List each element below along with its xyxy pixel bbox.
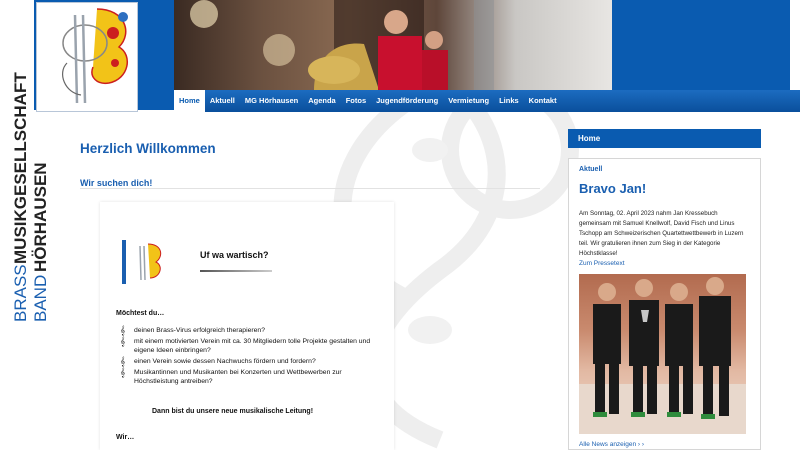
news-text: Am Sonntag, 02. April 2023 nahm Jan Kres…: [579, 210, 744, 257]
flyer-slogan: Uf wa wartisch?: [200, 250, 269, 260]
nav-item-agenda[interactable]: Agenda: [303, 90, 341, 112]
conductor-baton-icon: [200, 270, 272, 272]
news-headline[interactable]: Bravo Jan!: [579, 181, 646, 196]
all-news-link[interactable]: Alle News anzeigen › ›: [579, 441, 644, 448]
treble-clef-icon: 𝄞: [120, 356, 126, 366]
header-banner-photo: [174, 0, 612, 90]
press-release-link[interactable]: Zum Pressetext: [579, 260, 625, 267]
brand-line2b: HÖRHAUSEN: [31, 162, 50, 272]
site-header: Home Aktuell MG Hörhausen Agenda Fotos Jugend…: [34, 0, 800, 112]
nav-item-kontakt[interactable]: Kontakt: [524, 90, 562, 112]
flyer-question: mit einem motivierten Verein mit ca. 30 …: [134, 338, 371, 354]
flyer-question: Musikantinnen und Musikanten bei Konzert…: [134, 369, 342, 385]
treble-clef-icon: 𝄞: [120, 325, 126, 335]
nav-item-vermietung[interactable]: Vermietung: [443, 90, 494, 112]
sidebar-news-box: Aktuell Bravo Jan! Am Sonntag, 02. April…: [568, 158, 761, 450]
content-divider: [80, 188, 540, 189]
nav-item-mg-hörhausen[interactable]: MG Hörhausen: [240, 90, 303, 112]
nav-item-aktuell[interactable]: Aktuell: [205, 90, 240, 112]
flyer-question-heading: Möchtest du…: [116, 310, 165, 317]
site-logo[interactable]: [36, 2, 138, 112]
nav-item-home[interactable]: Home: [174, 90, 205, 112]
brand-line1b: MUSIKGESELLSCHAFT: [11, 72, 30, 264]
recruitment-flyer: Uf wa wartisch? Möchtest du… 𝄞 deinen Br…: [100, 202, 394, 450]
brand-line1: BRASS: [11, 264, 30, 322]
nav-item-jugendförderung[interactable]: Jugendförderung: [371, 90, 443, 112]
main-navigation: Home Aktuell MG Hörhausen Agenda Fotos Jugend…: [174, 90, 800, 112]
nav-item-links[interactable]: Links: [494, 90, 524, 112]
news-photo: [579, 274, 746, 434]
page-title: Herzlich Willkommen: [80, 141, 216, 156]
flyer-question: einen Verein sowie dessen Nachwuchs förd…: [134, 358, 316, 365]
news-category[interactable]: Aktuell: [579, 166, 602, 173]
brand-line2: BAND: [31, 275, 50, 322]
sidebar-home-link[interactable]: Home: [568, 129, 761, 148]
flyer-wir-heading: Wir…: [116, 434, 135, 441]
nav-item-fotos[interactable]: Fotos: [341, 90, 371, 112]
flyer-question: deinen Brass-Virus erfolgreich therapier…: [134, 327, 265, 334]
section-subtitle: Wir suchen dich!: [80, 178, 153, 188]
flyer-call-to-action: Dann bist du unsere neue musikalische Le…: [152, 408, 314, 415]
treble-clef-icon: 𝄞: [120, 367, 126, 377]
treble-clef-icon: 𝄞: [120, 336, 126, 346]
flyer-logo: [122, 240, 166, 284]
